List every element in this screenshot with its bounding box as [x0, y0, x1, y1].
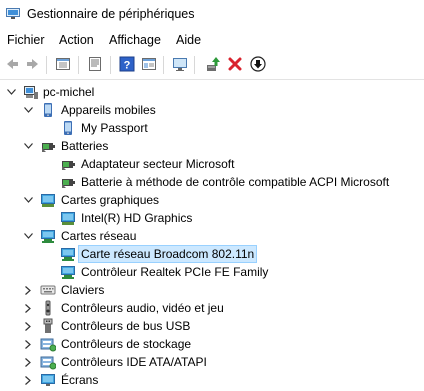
device-intel-hd-graphics[interactable]: Intel(R) HD Graphics — [0, 209, 424, 227]
display-adapter-icon — [40, 192, 56, 208]
category-controleurs-audio[interactable]: Contrôleurs audio, vidéo et jeu — [0, 299, 424, 317]
category-ecrans[interactable]: Écrans — [0, 371, 424, 389]
mobile-icon — [60, 120, 76, 136]
computer-icon — [23, 84, 39, 100]
expand-chevron-icon[interactable] — [22, 301, 34, 315]
device-my-passport[interactable]: My Passport — [0, 119, 424, 137]
tree-root-label: pc-michel — [43, 85, 95, 99]
network-adapter-icon — [60, 264, 76, 280]
expand-chevron-icon[interactable] — [22, 283, 34, 297]
ide-icon — [40, 354, 57, 370]
menu-action[interactable]: Action — [59, 33, 94, 47]
battery-icon — [40, 138, 56, 154]
expand-chevron-icon[interactable] — [22, 337, 34, 351]
category-label: Batteries — [61, 139, 109, 153]
collapse-chevron-icon[interactable] — [5, 85, 17, 99]
network-adapter-icon — [40, 228, 56, 244]
device-realtek-pcie-fe[interactable]: Contrôleur Realtek PCIe FE Family — [0, 263, 424, 281]
collapse-chevron-icon[interactable] — [22, 139, 34, 153]
collapse-chevron-icon[interactable] — [22, 193, 34, 207]
device-label: My Passport — [81, 121, 148, 135]
update-driver-icon[interactable] — [205, 56, 221, 72]
category-claviers[interactable]: Claviers — [0, 281, 424, 299]
collapse-chevron-icon[interactable] — [22, 103, 34, 117]
keyboard-icon — [40, 282, 56, 298]
monitor-icon[interactable] — [172, 56, 188, 72]
title-bar: Gestionnaire de périphériques — [0, 0, 424, 28]
storage-icon — [40, 336, 57, 352]
category-controleurs-stockage[interactable]: Contrôleurs de stockage — [0, 335, 424, 353]
network-adapter-icon — [60, 246, 76, 262]
help-icon[interactable]: ? — [119, 56, 135, 72]
device-adaptateur-secteur[interactable]: Adaptateur secteur Microsoft — [0, 155, 424, 173]
category-label: Cartes graphiques — [61, 193, 160, 207]
mobile-icon — [40, 102, 56, 118]
view-icon[interactable] — [55, 56, 71, 72]
expand-chevron-icon[interactable] — [22, 319, 34, 333]
category-label: Contrôleurs audio, vidéo et jeu — [61, 301, 224, 315]
menu-fichier[interactable]: Fichier — [7, 33, 45, 47]
category-controleurs-ide[interactable]: Contrôleurs IDE ATA/ATAPI — [0, 353, 424, 371]
device-label: Carte réseau Broadcom 802.11n — [77, 245, 258, 263]
expand-chevron-icon[interactable] — [22, 355, 34, 369]
back-icon[interactable] — [4, 56, 20, 72]
properties-icon[interactable] — [87, 56, 103, 72]
disable-icon[interactable] — [250, 56, 266, 72]
device-tree: pc-michel Appareils mobiles My Passport … — [0, 81, 424, 389]
device-manager-icon — [6, 8, 20, 19]
category-label: Claviers — [61, 283, 105, 297]
collapse-chevron-icon[interactable] — [22, 229, 34, 243]
category-label: Appareils mobiles — [61, 103, 156, 117]
tree-root[interactable]: pc-michel — [0, 83, 424, 101]
window-title: Gestionnaire de périphériques — [27, 7, 195, 21]
category-label: Contrôleurs IDE ATA/ATAPI — [61, 355, 207, 369]
device-label: Contrôleur Realtek PCIe FE Family — [81, 265, 269, 279]
toolbar-divider — [0, 79, 424, 80]
svg-text:?: ? — [124, 60, 131, 72]
category-controleurs-usb[interactable]: Contrôleurs de bus USB — [0, 317, 424, 335]
device-label: Intel(R) HD Graphics — [81, 211, 193, 225]
category-cartes-graphiques[interactable]: Cartes graphiques — [0, 191, 424, 209]
battery-icon — [60, 174, 76, 190]
category-label: Contrôleurs de stockage — [61, 337, 192, 351]
category-label: Contrôleurs de bus USB — [61, 319, 191, 333]
category-label: Cartes réseau — [61, 229, 137, 243]
menu-aide[interactable]: Aide — [176, 33, 201, 47]
view-list-icon[interactable] — [141, 56, 157, 72]
menu-bar: Fichier Action Affichage Aide — [0, 29, 424, 51]
device-label: Batterie à méthode de contrôle compatibl… — [81, 175, 390, 189]
device-label: Adaptateur secteur Microsoft — [81, 157, 235, 171]
audio-icon — [40, 300, 56, 316]
category-appareils-mobiles[interactable]: Appareils mobiles — [0, 101, 424, 119]
toolbar: ? — [0, 52, 424, 78]
display-adapter-icon — [60, 210, 76, 226]
battery-icon — [60, 156, 76, 172]
device-batterie-acpi[interactable]: Batterie à méthode de contrôle compatibl… — [0, 173, 424, 191]
forward-icon[interactable] — [25, 56, 41, 72]
device-broadcom-802-11n[interactable]: Carte réseau Broadcom 802.11n — [0, 245, 424, 263]
category-batteries[interactable]: Batteries — [0, 137, 424, 155]
category-cartes-reseau[interactable]: Cartes réseau — [0, 227, 424, 245]
usb-icon — [40, 318, 56, 334]
menu-affichage[interactable]: Affichage — [109, 33, 161, 47]
uninstall-icon[interactable] — [227, 56, 243, 72]
expand-chevron-icon[interactable] — [22, 373, 34, 387]
